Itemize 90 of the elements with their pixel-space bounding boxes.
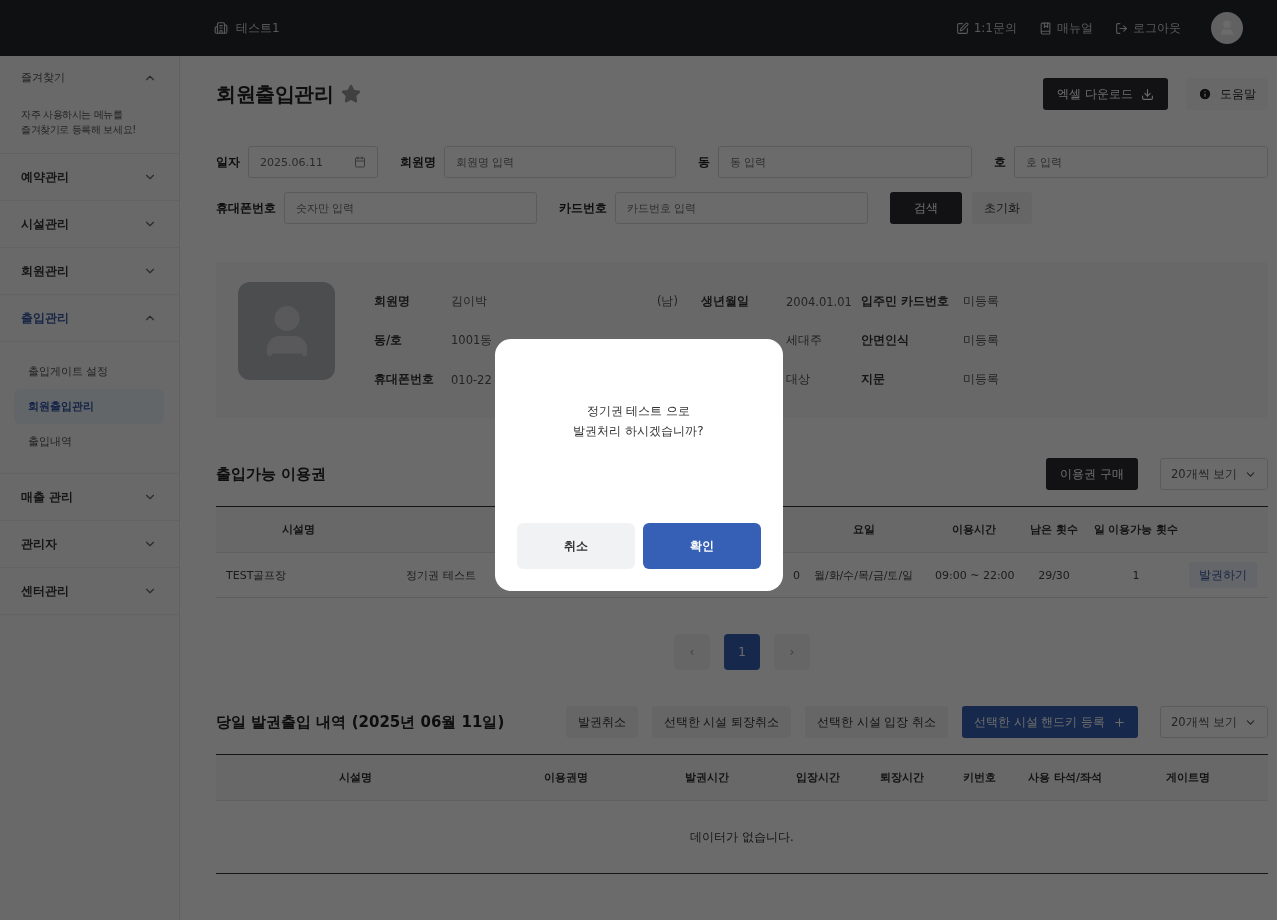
favorites-title: 즐겨찾기 xyxy=(21,70,65,85)
sidebar-item[interactable]: 관리자 xyxy=(0,521,179,568)
sidebar-item[interactable]: 회원관리 xyxy=(0,248,179,295)
brand-name: 테스트1 xyxy=(236,19,280,37)
sidebar-item[interactable]: 예약관리 xyxy=(0,154,179,201)
sidebar-item[interactable]: 센터관리 xyxy=(0,568,179,615)
search-button[interactable]: 검색 xyxy=(890,192,962,224)
info-label: 동/호 xyxy=(374,333,404,348)
cancel-button[interactable]: 취소 xyxy=(516,523,635,569)
sidebar-item[interactable]: 시설관리 xyxy=(0,201,179,248)
excel-download-button[interactable]: 엑셀 다운로드 xyxy=(1043,78,1168,110)
header-link[interactable]: 1:1문의 xyxy=(955,19,1017,37)
info-label: 지문 xyxy=(861,372,886,387)
date-field[interactable]: 2025.06.11 xyxy=(248,146,378,178)
plus-icon xyxy=(1113,715,1126,729)
info-value: 세대주 xyxy=(786,333,822,348)
calendar-icon xyxy=(354,156,366,168)
sidebar-item[interactable]: 출입관리 xyxy=(0,295,179,342)
buy-pass-button[interactable]: 이용권 구매 xyxy=(1046,458,1138,490)
field-label: 카드번호 xyxy=(559,199,607,217)
column-header: 키번호 xyxy=(962,770,996,785)
section-title: 출입가능 이용권 xyxy=(216,464,328,484)
action-button[interactable]: 선택한 시설 핸드키 등록 xyxy=(962,706,1138,738)
field-label: 일자 xyxy=(216,153,240,171)
issue-button[interactable]: 발권하기 xyxy=(1189,562,1257,588)
building-icon xyxy=(214,21,228,35)
column-header: 남은 횟수 xyxy=(1030,522,1078,537)
info-value: 미등록 xyxy=(963,372,1000,387)
info-label: 입주민 카드번호 xyxy=(861,294,950,309)
page-size-select[interactable]: 20개씩 보기 xyxy=(1160,706,1268,738)
table-cell-text: 1 xyxy=(1131,568,1141,582)
star-icon[interactable] xyxy=(341,84,361,104)
page-button[interactable]: 1 xyxy=(724,634,760,670)
info-value: 1001동 xyxy=(451,333,494,348)
field-label: 동 xyxy=(698,153,710,171)
dialog-message: 정기권 테스트 으로 발권처리 하시겠습니까? xyxy=(572,403,705,440)
info-icon xyxy=(1198,87,1212,101)
empty-message: 데이터가 없습니다. xyxy=(689,828,795,846)
info-label: 안면인식 xyxy=(861,333,910,348)
column-header: 이용시간 xyxy=(951,522,996,537)
info-value: 010-22 xyxy=(451,372,493,387)
table-cell-text: 09:00 ~ 22:00 xyxy=(934,568,1016,582)
info-value: 미등록 xyxy=(963,294,1000,309)
table-cell-text: 월/화/수/목/금/토/일 xyxy=(812,567,915,583)
sidebar-subitem[interactable]: 출입내역 xyxy=(14,424,164,459)
column-header: 입장시간 xyxy=(796,770,840,785)
edit-icon xyxy=(955,21,969,35)
column-header: 게이트명 xyxy=(1166,770,1210,785)
table-cell-text: 0 xyxy=(792,568,801,582)
column-header: 사용 타석/좌석 xyxy=(1028,770,1102,785)
logout-icon xyxy=(1115,21,1128,35)
column-header: 시설명 xyxy=(338,770,372,785)
column-header: 발권시간 xyxy=(685,770,729,785)
reset-button[interactable]: 초기화 xyxy=(972,192,1032,224)
book-icon xyxy=(1039,21,1052,35)
field-label: 휴대폰번호 xyxy=(216,199,276,217)
field-label: 회원명 xyxy=(400,153,436,171)
prev-page-button[interactable]: ‹ xyxy=(674,634,710,670)
table-cell-text: TEST골프장 xyxy=(225,567,288,583)
header-link[interactable]: 로그아웃 xyxy=(1115,19,1181,37)
column-header: 시설명 xyxy=(281,522,315,537)
sidebar-subitem[interactable]: 회원출입관리 xyxy=(14,389,164,424)
sidebar-subitem[interactable]: 출입게이트 설정 xyxy=(14,354,164,389)
next-page-button[interactable]: › xyxy=(774,634,810,670)
column-header: 퇴장시간 xyxy=(880,770,924,785)
download-icon xyxy=(1141,87,1154,101)
action-button[interactable]: 발권취소 xyxy=(565,706,638,738)
page-title: 회원출입관리 xyxy=(216,80,333,108)
info-label: 휴대폰번호 xyxy=(374,372,435,387)
column-header: 이용권명 xyxy=(544,770,588,785)
favorites-hint: 자주 사용하시는 메뉴를 즐겨찾기로 등록해 보세요! xyxy=(21,108,137,137)
info-value: 2004.01.01 xyxy=(786,294,852,309)
page-size-select[interactable]: 20개씩 보기 xyxy=(1160,458,1268,490)
field-label: 호 xyxy=(994,153,1006,171)
gender-value: (남) xyxy=(657,294,679,309)
info-value: 대상 xyxy=(786,372,810,387)
info-label: 회원명 xyxy=(374,294,411,309)
table-cell-text: 정기권 테스트 xyxy=(405,567,477,583)
sidebar-item[interactable]: 매출 관리 xyxy=(0,474,179,521)
action-button[interactable]: 선택한 시설 퇴장취소 xyxy=(651,706,792,738)
column-header: 일 이용가능 횟수 xyxy=(1093,522,1179,537)
info-value: 미등록 xyxy=(963,333,1000,348)
info-value: 김이박 xyxy=(451,294,488,309)
action-button[interactable]: 선택한 시설 입장 취소 xyxy=(805,706,949,738)
confirm-button[interactable]: 확인 xyxy=(642,523,761,569)
user-avatar[interactable] xyxy=(1211,12,1243,44)
table-cell-text: 29/30 xyxy=(1037,568,1071,582)
section-title: 당일 발권출입 내역 (2025년 06월 11일) xyxy=(216,712,506,732)
info-label: 생년월일 xyxy=(701,294,750,309)
column-header: 요일 xyxy=(852,522,875,537)
